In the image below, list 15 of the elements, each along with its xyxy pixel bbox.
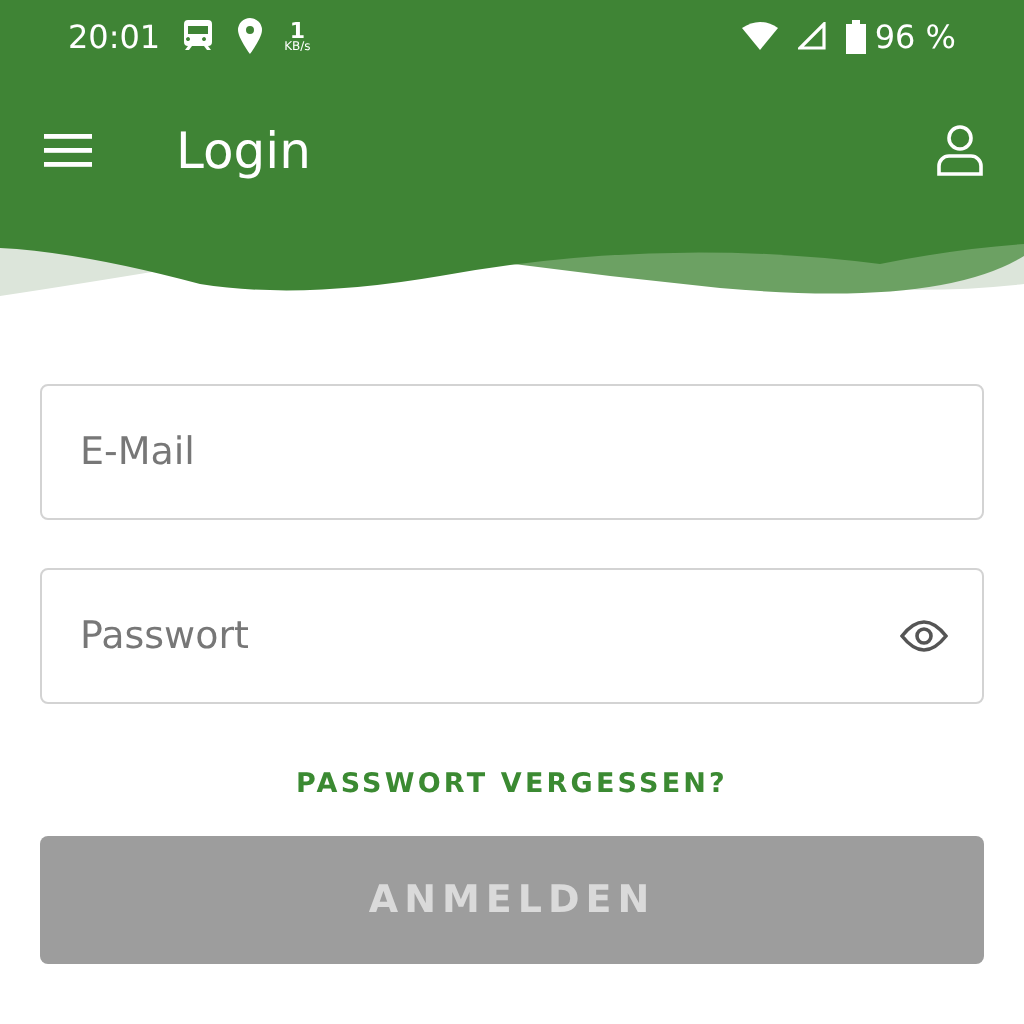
signal-icon — [798, 22, 827, 50]
forgot-password-link[interactable]: PASSWORT VERGESSEN? — [296, 768, 728, 800]
wifi-icon — [742, 22, 779, 50]
menu-icon[interactable] — [44, 132, 92, 168]
battery-percent: 96 % — [874, 17, 956, 55]
page-title: Login — [176, 121, 311, 179]
location-pin-icon — [236, 18, 265, 54]
person-icon[interactable] — [936, 124, 984, 176]
battery-icon — [846, 19, 867, 53]
network-speed: 1 — [289, 19, 306, 41]
email-field[interactable]: E-Mail — [40, 384, 984, 520]
train-icon — [180, 18, 217, 54]
status-time: 20:01 — [68, 17, 161, 55]
eye-icon[interactable] — [900, 620, 948, 652]
password-field[interactable]: Passwort — [40, 568, 984, 704]
